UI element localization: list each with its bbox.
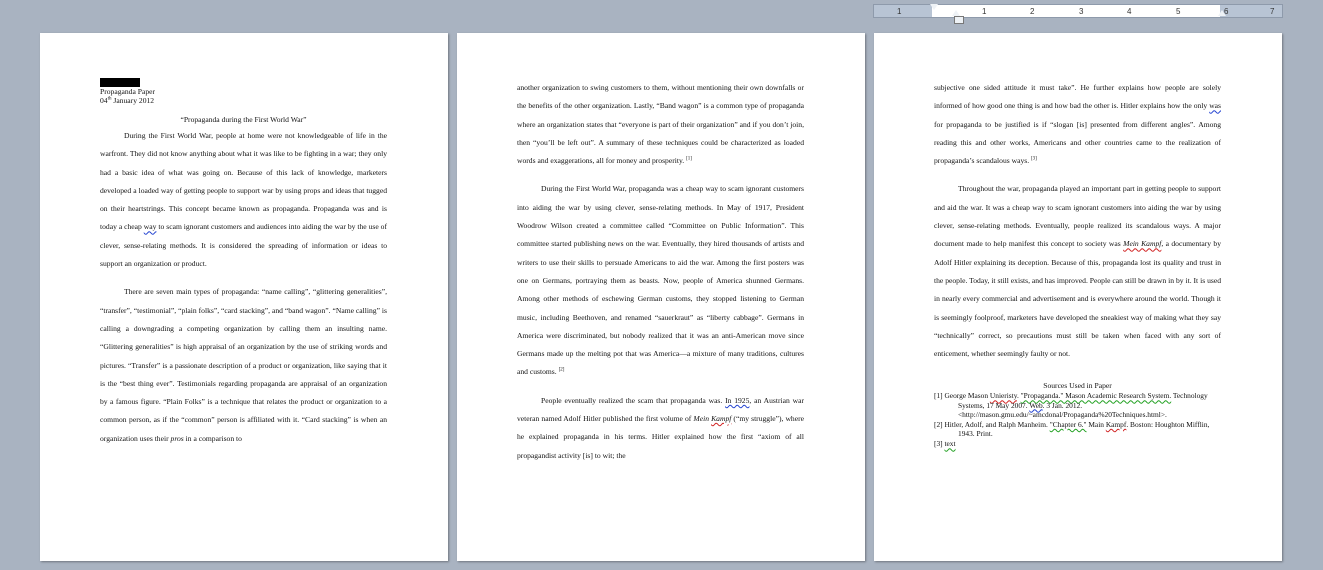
source-entry[interactable]: [1] George Mason Unieristy. "Propaganda.… bbox=[934, 391, 1221, 419]
spelling-flagged-word: Kampf bbox=[711, 414, 732, 424]
italic-word: pros bbox=[170, 433, 184, 443]
paragraph[interactable]: another organization to swing customers … bbox=[517, 79, 804, 170]
spelling-flagged-word: Kampf bbox=[1105, 420, 1127, 430]
italic-word: Mein bbox=[693, 414, 710, 424]
paragraph[interactable]: There are seven main types of propaganda… bbox=[100, 283, 387, 448]
date-day: 04 bbox=[100, 96, 108, 105]
paragraph-text: People eventually realized the scam that… bbox=[541, 395, 726, 405]
paragraph-text: During the First World War, people at ho… bbox=[100, 131, 387, 232]
source-text: [2] Hitler, Adolf, and Ralph Manheim. bbox=[934, 420, 1050, 430]
source-entry[interactable]: [2] Hitler, Adolf, and Ralph Manheim. "C… bbox=[934, 420, 1221, 438]
document-page-1[interactable]: Propaganda Paper 04th January 2012 “Prop… bbox=[40, 33, 448, 561]
document-page-2[interactable]: another organization to swing customers … bbox=[457, 33, 865, 561]
page-content: another organization to swing customers … bbox=[517, 79, 804, 465]
source-text: Main bbox=[1086, 420, 1106, 430]
source-text: [1] George Mason bbox=[934, 391, 990, 401]
ruler-mark: 1 bbox=[897, 7, 902, 16]
grammar-flagged-word: way bbox=[143, 222, 157, 232]
paragraph-text: another organization to swing customers … bbox=[517, 83, 804, 166]
ruler-mark: 1 bbox=[982, 7, 987, 16]
ruler-mark: 5 bbox=[1176, 7, 1181, 16]
paragraph-text: in a comparison to bbox=[183, 433, 242, 443]
grammar-flagged-word: Web bbox=[1029, 400, 1043, 410]
grammar-flagged-phrase: "Propaganda." Mason Academic Research Sy… bbox=[1020, 391, 1172, 401]
grammar-flagged-word: was bbox=[1209, 101, 1221, 111]
spelling-flagged-word: Unieristy bbox=[989, 391, 1017, 401]
document-page-3[interactable]: subjective one sided attitude it must ta… bbox=[874, 33, 1282, 561]
paragraph[interactable]: People eventually realized the scam that… bbox=[517, 392, 804, 465]
grammar-flagged-phrase: "Chapter 6." bbox=[1049, 420, 1087, 430]
footnote-ref: [3] bbox=[1031, 156, 1037, 162]
paragraph[interactable]: During the First World War, people at ho… bbox=[100, 127, 387, 273]
paragraph-text: There are seven main types of propaganda… bbox=[100, 287, 387, 443]
date-rest: January 2012 bbox=[111, 96, 155, 105]
left-indent-marker[interactable] bbox=[954, 16, 964, 24]
right-indent-marker[interactable] bbox=[1218, 10, 1226, 16]
paragraph-text: During the First World War, propaganda w… bbox=[517, 184, 804, 377]
sources-heading: Sources Used in Paper bbox=[1043, 381, 1112, 391]
date-line: 04th January 2012 bbox=[100, 96, 387, 105]
paragraph[interactable]: During the First World War, propaganda w… bbox=[517, 180, 804, 381]
paragraph-text: for propaganda to be justified is if “sl… bbox=[934, 119, 1221, 166]
grammar-flagged-phrase: In 1925 bbox=[725, 395, 750, 405]
page-content: subjective one sided attitude it must ta… bbox=[934, 79, 1221, 449]
ruler-mark: 7 bbox=[1270, 7, 1275, 16]
footnote-ref: [2] bbox=[558, 367, 565, 373]
ruler-mark: 4 bbox=[1127, 7, 1132, 16]
source-text: [3] bbox=[934, 439, 945, 449]
paragraph-text: , a documentary by Adolf Hitler explaini… bbox=[934, 239, 1221, 359]
grammar-flagged-word: text bbox=[944, 439, 956, 449]
footnote-ref: [1] bbox=[686, 156, 692, 162]
page-content: Propaganda Paper 04th January 2012 “Prop… bbox=[100, 78, 387, 448]
italic-title: Mein Kampf bbox=[1123, 239, 1162, 249]
paragraph[interactable]: subjective one sided attitude it must ta… bbox=[934, 79, 1221, 170]
paragraph[interactable]: Throughout the war, propaganda played an… bbox=[934, 180, 1221, 363]
first-line-indent-marker[interactable] bbox=[930, 4, 938, 10]
ruler-mark: 2 bbox=[1030, 7, 1035, 16]
header-line: Propaganda Paper bbox=[100, 87, 156, 96]
paragraph-text: subjective one sided attitude it must ta… bbox=[934, 83, 1221, 111]
ruler-left-margin bbox=[874, 5, 932, 17]
redacted-name bbox=[100, 78, 140, 87]
ruler-mark: 3 bbox=[1079, 7, 1084, 16]
paper-title: “Propaganda during the First World War” bbox=[180, 115, 307, 124]
source-entry[interactable]: [3] text bbox=[934, 439, 1221, 448]
